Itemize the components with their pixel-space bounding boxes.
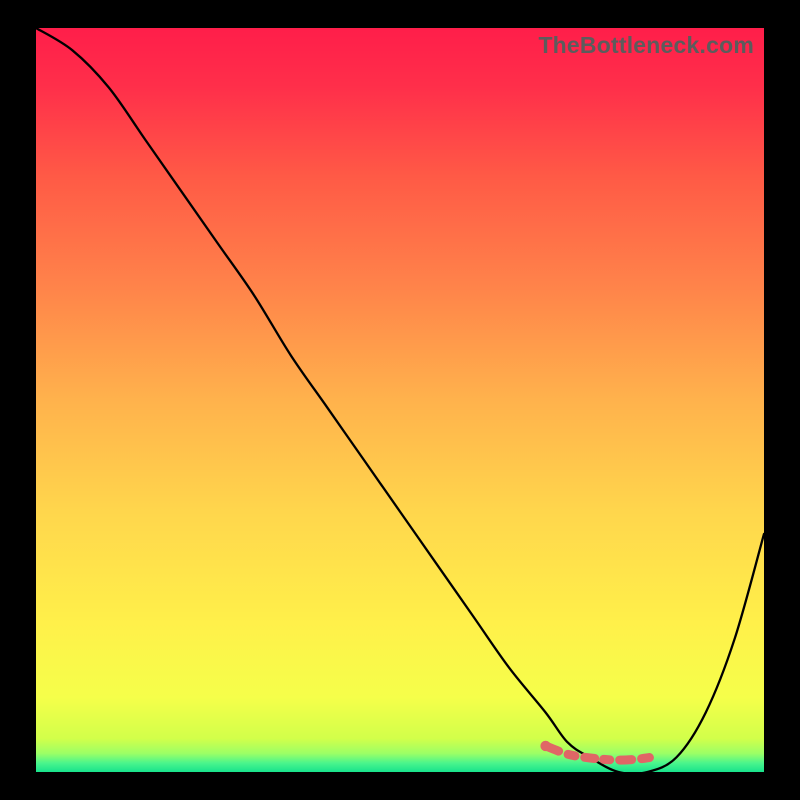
bottleneck-chart [36,28,764,772]
chart-frame: TheBottleneck.com [36,28,764,772]
